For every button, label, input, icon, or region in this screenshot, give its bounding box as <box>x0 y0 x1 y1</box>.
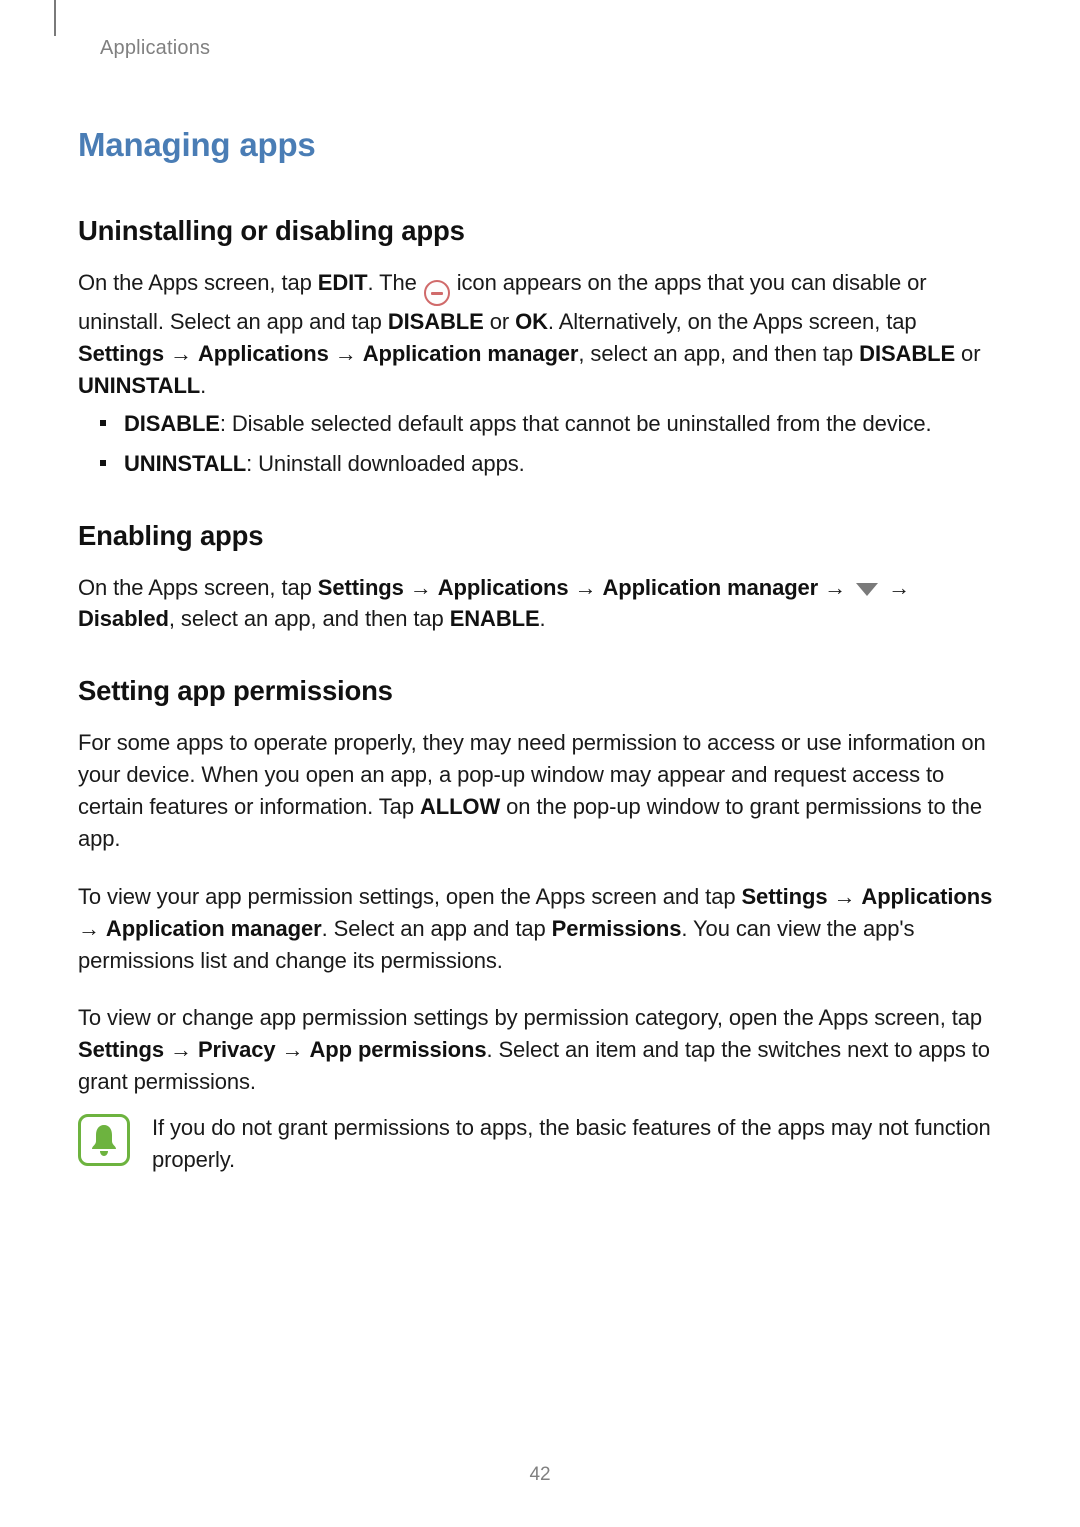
label-allow: ALLOW <box>420 794 500 819</box>
note-bell-icon <box>78 1114 130 1166</box>
list-item: DISABLE: Disable selected default apps t… <box>78 408 1002 440</box>
label-app-manager: Application manager <box>106 916 322 941</box>
page-title: Managing apps <box>78 121 1002 169</box>
para-perm-2: To view your app permission settings, op… <box>78 881 1002 977</box>
bullet-text: : Uninstall downloaded apps. <box>246 451 525 476</box>
label-enable: ENABLE <box>450 606 540 631</box>
arrow-icon: → <box>404 575 438 600</box>
page-number: 42 <box>0 1461 1080 1489</box>
arrow-icon: → <box>164 341 198 366</box>
arrow-icon: → <box>329 341 363 366</box>
note-text: If you do not grant permissions to apps,… <box>152 1112 1002 1176</box>
label-ok: OK <box>515 309 548 334</box>
label-settings: Settings <box>741 884 827 909</box>
arrow-icon: → <box>78 916 106 941</box>
arrow-icon: → <box>818 575 852 600</box>
arrow-icon: → <box>827 884 861 909</box>
para-perm-1: For some apps to operate properly, they … <box>78 727 1002 855</box>
note-block: If you do not grant permissions to apps,… <box>78 1112 1002 1176</box>
label-applications: Applications <box>198 341 329 366</box>
para-uninstall: On the Apps screen, tap EDIT. The icon a… <box>78 267 1002 402</box>
label-settings: Settings <box>78 341 164 366</box>
text: On the Apps screen, tap <box>78 270 318 295</box>
para-enable: On the Apps screen, tap Settings → Appli… <box>78 572 1002 636</box>
bullet-icon <box>100 460 106 466</box>
label-applications: Applications <box>861 884 992 909</box>
text: . Alternatively, on the Apps screen, tap <box>548 309 917 334</box>
label-settings: Settings <box>78 1037 164 1062</box>
heading-uninstall: Uninstalling or disabling apps <box>78 211 1002 251</box>
dropdown-triangle-icon <box>854 581 880 597</box>
text: . <box>540 606 546 631</box>
arrow-icon: → <box>882 575 910 600</box>
text: . <box>200 373 206 398</box>
label-uninstall: UNINSTALL <box>78 373 200 398</box>
arrow-icon: → <box>276 1037 310 1062</box>
text: On the Apps screen, tap <box>78 575 318 600</box>
arrow-icon: → <box>164 1037 198 1062</box>
minus-bar <box>431 292 443 295</box>
bullet-strong: DISABLE <box>124 411 220 436</box>
label-disabled: Disabled <box>78 606 169 631</box>
text: . Select an app and tap <box>322 916 552 941</box>
heading-permissions: Setting app permissions <box>78 671 1002 711</box>
para-perm-3: To view or change app permission setting… <box>78 1002 1002 1098</box>
page-header-breadcrumb: Applications <box>100 34 1002 63</box>
label-app-manager: Application manager <box>602 575 818 600</box>
label-app-permissions: App permissions <box>309 1037 486 1062</box>
label-privacy: Privacy <box>198 1037 276 1062</box>
heading-enable: Enabling apps <box>78 516 1002 556</box>
label-applications: Applications <box>438 575 569 600</box>
text: To view your app permission settings, op… <box>78 884 741 909</box>
disable-minus-icon <box>424 280 450 306</box>
text: or <box>484 309 515 334</box>
text: , select an app, and then tap <box>169 606 450 631</box>
label-permissions: Permissions <box>552 916 682 941</box>
text: or <box>955 341 980 366</box>
label-app-manager: Application manager <box>363 341 579 366</box>
bullets-uninstall: DISABLE: Disable selected default apps t… <box>78 408 1002 480</box>
text: . The <box>367 270 422 295</box>
text: To view or change app permission setting… <box>78 1005 982 1030</box>
label-disable: DISABLE <box>859 341 955 366</box>
bullet-text: : Disable selected default apps that can… <box>220 411 932 436</box>
label-settings: Settings <box>318 575 404 600</box>
label-disable: DISABLE <box>388 309 484 334</box>
bullet-strong: UNINSTALL <box>124 451 246 476</box>
bullet-icon <box>100 420 106 426</box>
text: , select an app, and then tap <box>578 341 859 366</box>
label-edit: EDIT <box>318 270 368 295</box>
arrow-icon: → <box>569 575 603 600</box>
crop-mark <box>54 0 56 36</box>
list-item: UNINSTALL: Uninstall downloaded apps. <box>78 448 1002 480</box>
